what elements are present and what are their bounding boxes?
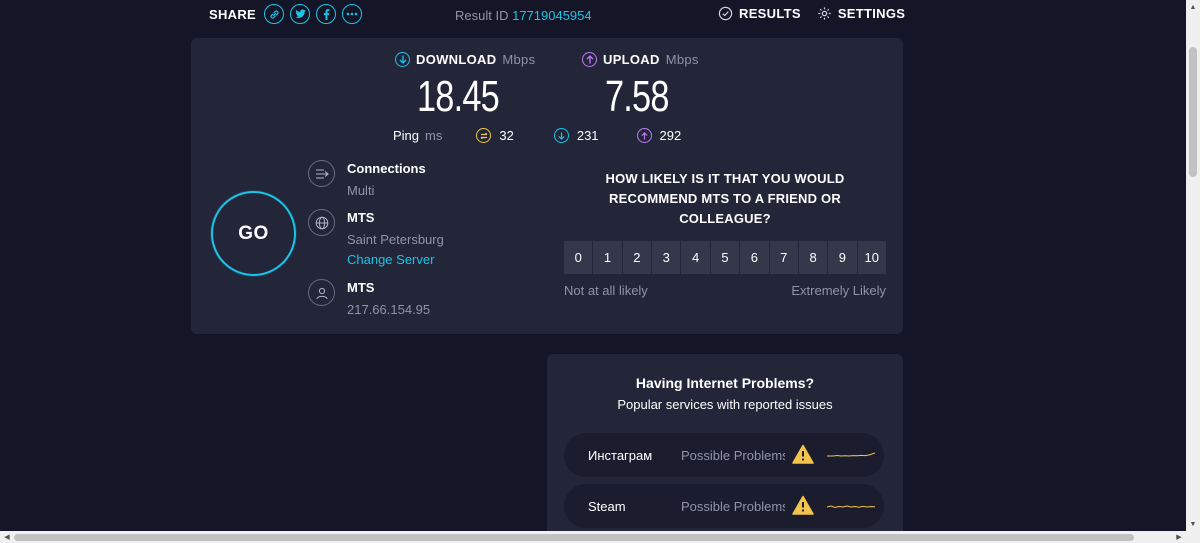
upload-arrow-icon	[582, 52, 597, 67]
scale-option[interactable]: 6	[740, 241, 770, 274]
connections-info: Connections Multi	[308, 160, 426, 198]
scale-option[interactable]: 5	[710, 241, 741, 274]
download-latency-icon	[553, 128, 569, 143]
upload-latency-icon	[636, 128, 652, 143]
ping-unit: ms	[425, 128, 443, 143]
download-label: DOWNLOAD	[416, 52, 497, 67]
result-id-link[interactable]: 17719045954	[512, 8, 592, 23]
top-nav: RESULTS SETTINGS	[718, 6, 905, 21]
scale-low-label: Not at all likely	[564, 283, 648, 298]
scale-option[interactable]: 4	[681, 241, 711, 274]
survey-scale: 0 1 2 3 4 5 6 7 8 9 10	[564, 241, 886, 274]
activity-sparkline	[827, 505, 875, 509]
ping-upload-value: 292	[659, 128, 682, 143]
service-name: Инстаграм	[588, 447, 653, 463]
facebook-icon[interactable]	[316, 4, 337, 24]
server-name: MTS	[347, 210, 375, 225]
scroll-down-arrow-icon[interactable]: ▼	[1186, 517, 1200, 531]
scroll-left-arrow-icon[interactable]: ◀	[1, 531, 13, 543]
share-label: SHARE	[209, 6, 257, 22]
upload-header: UPLOAD Mbps	[582, 52, 699, 67]
internet-problems-panel: Having Internet Problems? Popular servic…	[547, 354, 903, 543]
idle-latency-icon	[476, 128, 492, 143]
top-bar: SHARE Result ID 17719045954 RESULTS SETT…	[0, 0, 1186, 32]
warning-icon	[792, 444, 814, 464]
scale-option[interactable]: 7	[769, 241, 799, 274]
survey-question: HOW LIKELY IS IT THAT YOU WOULD RECOMMEN…	[605, 171, 845, 226]
link-icon[interactable]	[264, 4, 285, 24]
service-name: Steam	[588, 498, 626, 514]
problems-subtitle: Popular services with reported issues	[617, 397, 833, 412]
provider-ip: 217.66.154.95	[347, 302, 431, 317]
download-value: 18.45	[417, 72, 500, 121]
gear-icon	[818, 7, 831, 20]
result-panel: DOWNLOAD Mbps 18.45 UPLOAD Mbps 7.58 Pin…	[191, 38, 903, 334]
results-label: RESULTS	[739, 6, 801, 21]
scale-option[interactable]: 0	[564, 241, 594, 274]
service-row[interactable]: Инстаграм Possible Problems	[564, 433, 884, 477]
activity-sparkline	[827, 452, 875, 457]
results-link[interactable]: RESULTS	[718, 6, 801, 21]
server-info: MTS Saint Petersburg Change Server	[308, 209, 444, 267]
service-status: Possible Problems	[681, 498, 785, 514]
upload-label: UPLOAD	[603, 52, 660, 67]
upload-unit: Mbps	[665, 52, 699, 67]
speedtest-page: SHARE Result ID 17719045954 RESULTS SETT…	[0, 0, 1200, 543]
download-header: DOWNLOAD Mbps	[395, 52, 535, 67]
scale-high-label: Extremely Likely	[791, 283, 886, 298]
scale-option[interactable]: 8	[798, 241, 829, 274]
service-row[interactable]: Steam Possible Problems	[564, 484, 884, 528]
ping-idle: 32	[476, 128, 514, 143]
horizontal-scrollbar[interactable]: ◀ ▶	[0, 531, 1200, 543]
ping-download: 231	[553, 128, 599, 143]
problems-title: Having Internet Problems?	[635, 375, 815, 391]
go-button[interactable]: GO	[211, 191, 296, 276]
scale-option[interactable]: 1	[593, 241, 623, 274]
provider-info: MTS 217.66.154.95	[308, 279, 431, 317]
ping-download-value: 231	[576, 128, 599, 143]
twitter-icon[interactable]	[290, 4, 311, 24]
scale-option[interactable]: 10	[857, 241, 886, 274]
download-unit: Mbps	[502, 52, 536, 67]
scale-option[interactable]: 2	[622, 241, 653, 274]
upload-value: 7.58	[605, 72, 669, 121]
ping-row: Ping ms 32 231 292	[393, 128, 681, 143]
change-server-link[interactable]: Change Server	[347, 252, 444, 267]
scale-option[interactable]: 3	[652, 241, 682, 274]
vertical-scroll-thumb[interactable]	[1189, 47, 1197, 177]
check-circle-icon	[718, 6, 733, 21]
service-status: Possible Problems	[681, 447, 785, 463]
vertical-scrollbar[interactable]: ▲ ▼	[1186, 0, 1200, 531]
scale-option[interactable]: 9	[828, 241, 858, 274]
warning-icon	[792, 495, 814, 515]
recommend-survey: HOW LIKELY IS IT THAT YOU WOULD RECOMMEN…	[564, 169, 886, 298]
scroll-up-arrow-icon[interactable]: ▲	[1186, 0, 1200, 14]
scale-labels: Not at all likely Extremely Likely	[564, 283, 886, 298]
ping-idle-value: 32	[499, 128, 514, 143]
share-group: SHARE	[209, 4, 363, 24]
connections-value: Multi	[347, 183, 375, 198]
result-id-label: Result ID	[455, 8, 509, 23]
ping-upload: 292	[636, 128, 682, 143]
user-icon	[308, 279, 335, 306]
result-id: Result ID 17719045954	[455, 8, 592, 23]
connections-icon	[308, 160, 335, 187]
connections-title: Connections	[347, 161, 426, 176]
horizontal-scroll-thumb[interactable]	[14, 534, 1134, 541]
download-arrow-icon	[395, 52, 410, 67]
scroll-right-arrow-icon[interactable]: ▶	[1173, 531, 1185, 543]
settings-label: SETTINGS	[837, 6, 906, 21]
ping-label: Ping	[393, 128, 420, 143]
settings-link[interactable]: SETTINGS	[817, 6, 905, 21]
server-location: Saint Petersburg	[347, 232, 444, 247]
globe-icon	[308, 209, 335, 236]
more-icon[interactable]	[342, 4, 363, 24]
provider-name: MTS	[347, 280, 375, 295]
